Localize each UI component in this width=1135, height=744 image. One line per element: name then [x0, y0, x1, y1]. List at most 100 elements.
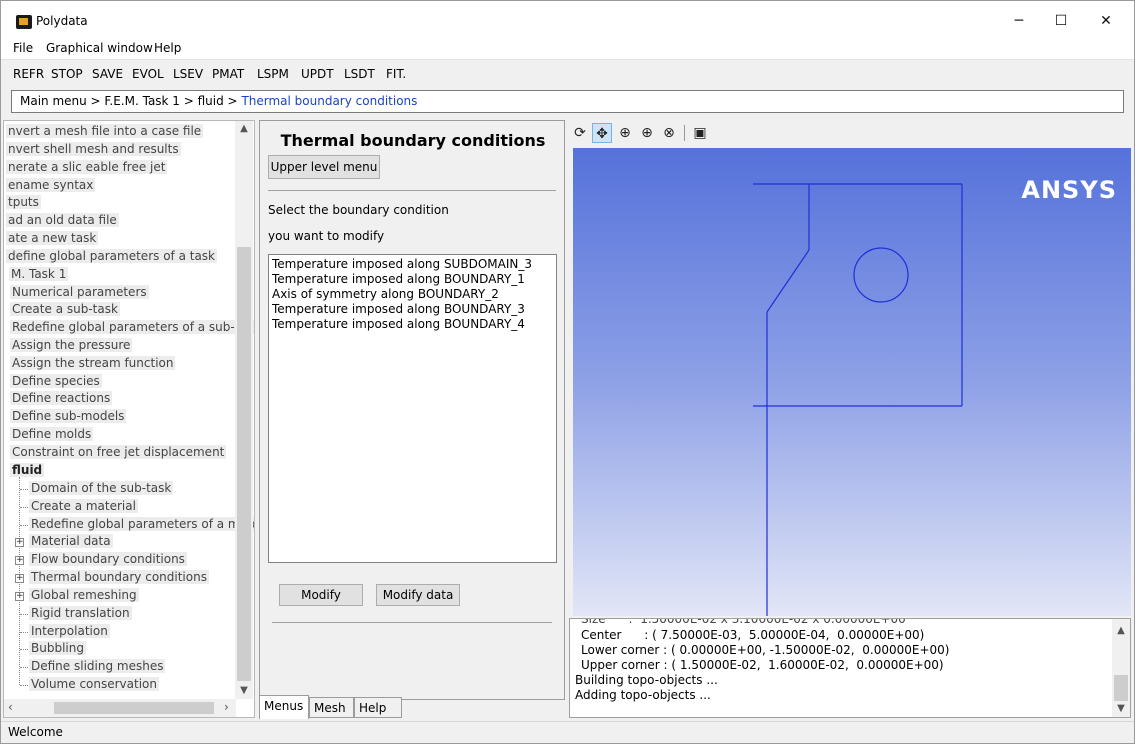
close-button[interactable]: ✕	[1086, 7, 1126, 35]
refr-button[interactable]: REFR	[13, 67, 44, 81]
menu-graphical-window[interactable]: Graphical window	[46, 41, 153, 55]
modify-data-button[interactable]: Modify data	[376, 584, 460, 606]
lsdt-button[interactable]: LSDT	[344, 67, 375, 81]
breadcrumb-path[interactable]: Main menu > F.E.M. Task 1 > fluid >	[20, 94, 241, 108]
tree-vertical-scrollbar[interactable]: ▲ ▼	[235, 121, 253, 699]
tree-item[interactable]: Volume conservation	[29, 677, 159, 694]
divider	[268, 190, 556, 191]
updt-button[interactable]: UPDT	[301, 67, 334, 81]
output-console: Size : 1.50000E-02 x 3.10000E-02 x 0.000…	[569, 618, 1131, 718]
upper-level-menu-button[interactable]: Upper level menu	[268, 155, 380, 179]
expand-icon[interactable]: +	[15, 556, 24, 565]
scroll-thumb[interactable]	[1114, 675, 1128, 701]
tree-item[interactable]: nvert shell mesh and results	[6, 142, 181, 159]
rotate-icon[interactable]: ⟳	[570, 123, 590, 143]
tab-mesh[interactable]: Mesh	[309, 697, 354, 718]
tree-item[interactable]: Define molds	[10, 427, 94, 444]
menu-file[interactable]: File	[13, 41, 33, 55]
tree-item[interactable]: define global parameters of a task	[6, 249, 217, 266]
tree-item[interactable]: tputs	[6, 195, 41, 212]
viewport-toolbar: ⟳ ✥ ⊕ ⊕ ⊗ ▣	[569, 120, 1132, 146]
tree-item[interactable]: nerate a slic eable free jet	[6, 160, 168, 177]
expand-icon[interactable]: +	[15, 538, 24, 547]
tree-item[interactable]: Domain of the sub-task	[29, 481, 174, 498]
scroll-thumb[interactable]	[54, 702, 214, 714]
pmat-button[interactable]: PMAT	[212, 67, 244, 81]
list-item[interactable]: Temperature imposed along BOUNDARY_4	[272, 317, 525, 331]
tree-item[interactable]: Redefine global parameters of a sub-task	[10, 320, 254, 337]
zoom-fit-icon[interactable]: ⊗	[659, 123, 679, 143]
lsev-button[interactable]: LSEV	[173, 67, 203, 81]
boundary-condition-list[interactable]: Temperature imposed along SUBDOMAIN_3 Te…	[268, 254, 557, 563]
graphics-viewport[interactable]: ANSYS	[573, 148, 1131, 616]
tree-connector	[20, 525, 28, 526]
console-scrollbar[interactable]: ▲ ▼	[1112, 619, 1130, 717]
camera-icon[interactable]: ▣	[690, 123, 710, 143]
tree-horizontal-scrollbar[interactable]: ‹ ›	[4, 699, 236, 717]
geometry-view	[753, 183, 963, 616]
tree-item[interactable]: Assign the stream function	[10, 356, 176, 373]
pan-icon[interactable]: ✥	[592, 123, 612, 143]
tree-item[interactable]: ate a new task	[6, 231, 99, 248]
application-window: Polydata ─ ☐ ✕ File Graphical window Hel…	[0, 0, 1135, 744]
lspm-button[interactable]: LSPM	[257, 67, 289, 81]
fit-button[interactable]: FIT.	[386, 67, 406, 81]
breadcrumb-current: Thermal boundary conditions	[241, 94, 418, 108]
list-item[interactable]: Temperature imposed along BOUNDARY_1	[272, 272, 525, 286]
tree-item[interactable]: Thermal boundary conditions	[29, 570, 209, 587]
console-line: Adding topo-objects ...	[575, 688, 711, 702]
minimize-button[interactable]: ─	[999, 7, 1039, 35]
tree-item[interactable]: Define sliding meshes	[29, 659, 166, 676]
app-logo-icon	[16, 15, 32, 29]
tree-connector	[20, 489, 28, 490]
tab-menus[interactable]: Menus	[259, 695, 309, 719]
stop-button[interactable]: STOP	[51, 67, 83, 81]
maximize-button[interactable]: ☐	[1041, 7, 1081, 35]
tab-help[interactable]: Help	[354, 697, 402, 718]
tree-item[interactable]: M. Task 1	[9, 267, 69, 284]
scroll-down-icon[interactable]: ▼	[235, 683, 253, 699]
evol-button[interactable]: EVOL	[132, 67, 164, 81]
tree-item-fluid[interactable]: fluid	[10, 463, 45, 480]
tree-item[interactable]: Constraint on free jet displacement	[10, 445, 227, 462]
tree-item[interactable]: Bubbling	[29, 641, 86, 658]
geometry-outline	[753, 183, 963, 616]
tree-item[interactable]: Define species	[10, 374, 102, 391]
scroll-left-icon[interactable]: ‹	[8, 700, 13, 714]
tree-item[interactable]: Numerical parameters	[10, 285, 149, 302]
tree-connector	[20, 632, 28, 633]
tree-item[interactable]: Create a material	[29, 499, 138, 516]
tree-item[interactable]: Interpolation	[29, 624, 110, 641]
menu-help[interactable]: Help	[154, 41, 181, 55]
expand-icon[interactable]: +	[15, 592, 24, 601]
tree-item[interactable]: ename syntax	[6, 178, 96, 195]
scroll-down-icon[interactable]: ▼	[1112, 701, 1130, 717]
tree-item[interactable]: ad an old data file	[6, 213, 119, 230]
tree-item[interactable]: Flow boundary conditions	[29, 552, 187, 569]
console-line: Center : ( 7.50000E-03, 5.00000E-04, 0.0…	[581, 628, 925, 642]
zoom-icon[interactable]: ⊕	[615, 123, 635, 143]
divider	[272, 622, 552, 623]
list-item[interactable]: Temperature imposed along BOUNDARY_3	[272, 302, 525, 316]
list-item[interactable]: Axis of symmetry along BOUNDARY_2	[272, 287, 499, 301]
tree-item[interactable]: Global remeshing	[29, 588, 139, 605]
status-text: Welcome	[8, 725, 63, 739]
tree-connector	[20, 614, 28, 615]
tree-item[interactable]: Create a sub-task	[10, 302, 120, 319]
tree-item[interactable]: Define sub-models	[10, 409, 127, 426]
list-item[interactable]: Temperature imposed along SUBDOMAIN_3	[272, 257, 532, 271]
scroll-up-icon[interactable]: ▲	[1112, 623, 1130, 639]
zoom-in-icon[interactable]: ⊕	[637, 123, 657, 143]
tree-item[interactable]: nvert a mesh file into a case file	[6, 124, 204, 141]
scroll-right-icon[interactable]: ›	[224, 700, 229, 714]
expand-icon[interactable]: +	[15, 574, 24, 583]
tree-item[interactable]: Define reactions	[10, 391, 113, 408]
scroll-up-icon[interactable]: ▲	[235, 121, 253, 137]
scroll-thumb[interactable]	[237, 247, 251, 681]
save-button[interactable]: SAVE	[92, 67, 123, 81]
tree-item[interactable]: Material data	[29, 534, 113, 551]
tree-item[interactable]: Assign the pressure	[10, 338, 133, 355]
tree-item[interactable]: Redefine global parameters of a materia	[29, 517, 254, 534]
modify-button[interactable]: Modify	[279, 584, 363, 606]
tree-item[interactable]: Rigid translation	[29, 606, 132, 623]
